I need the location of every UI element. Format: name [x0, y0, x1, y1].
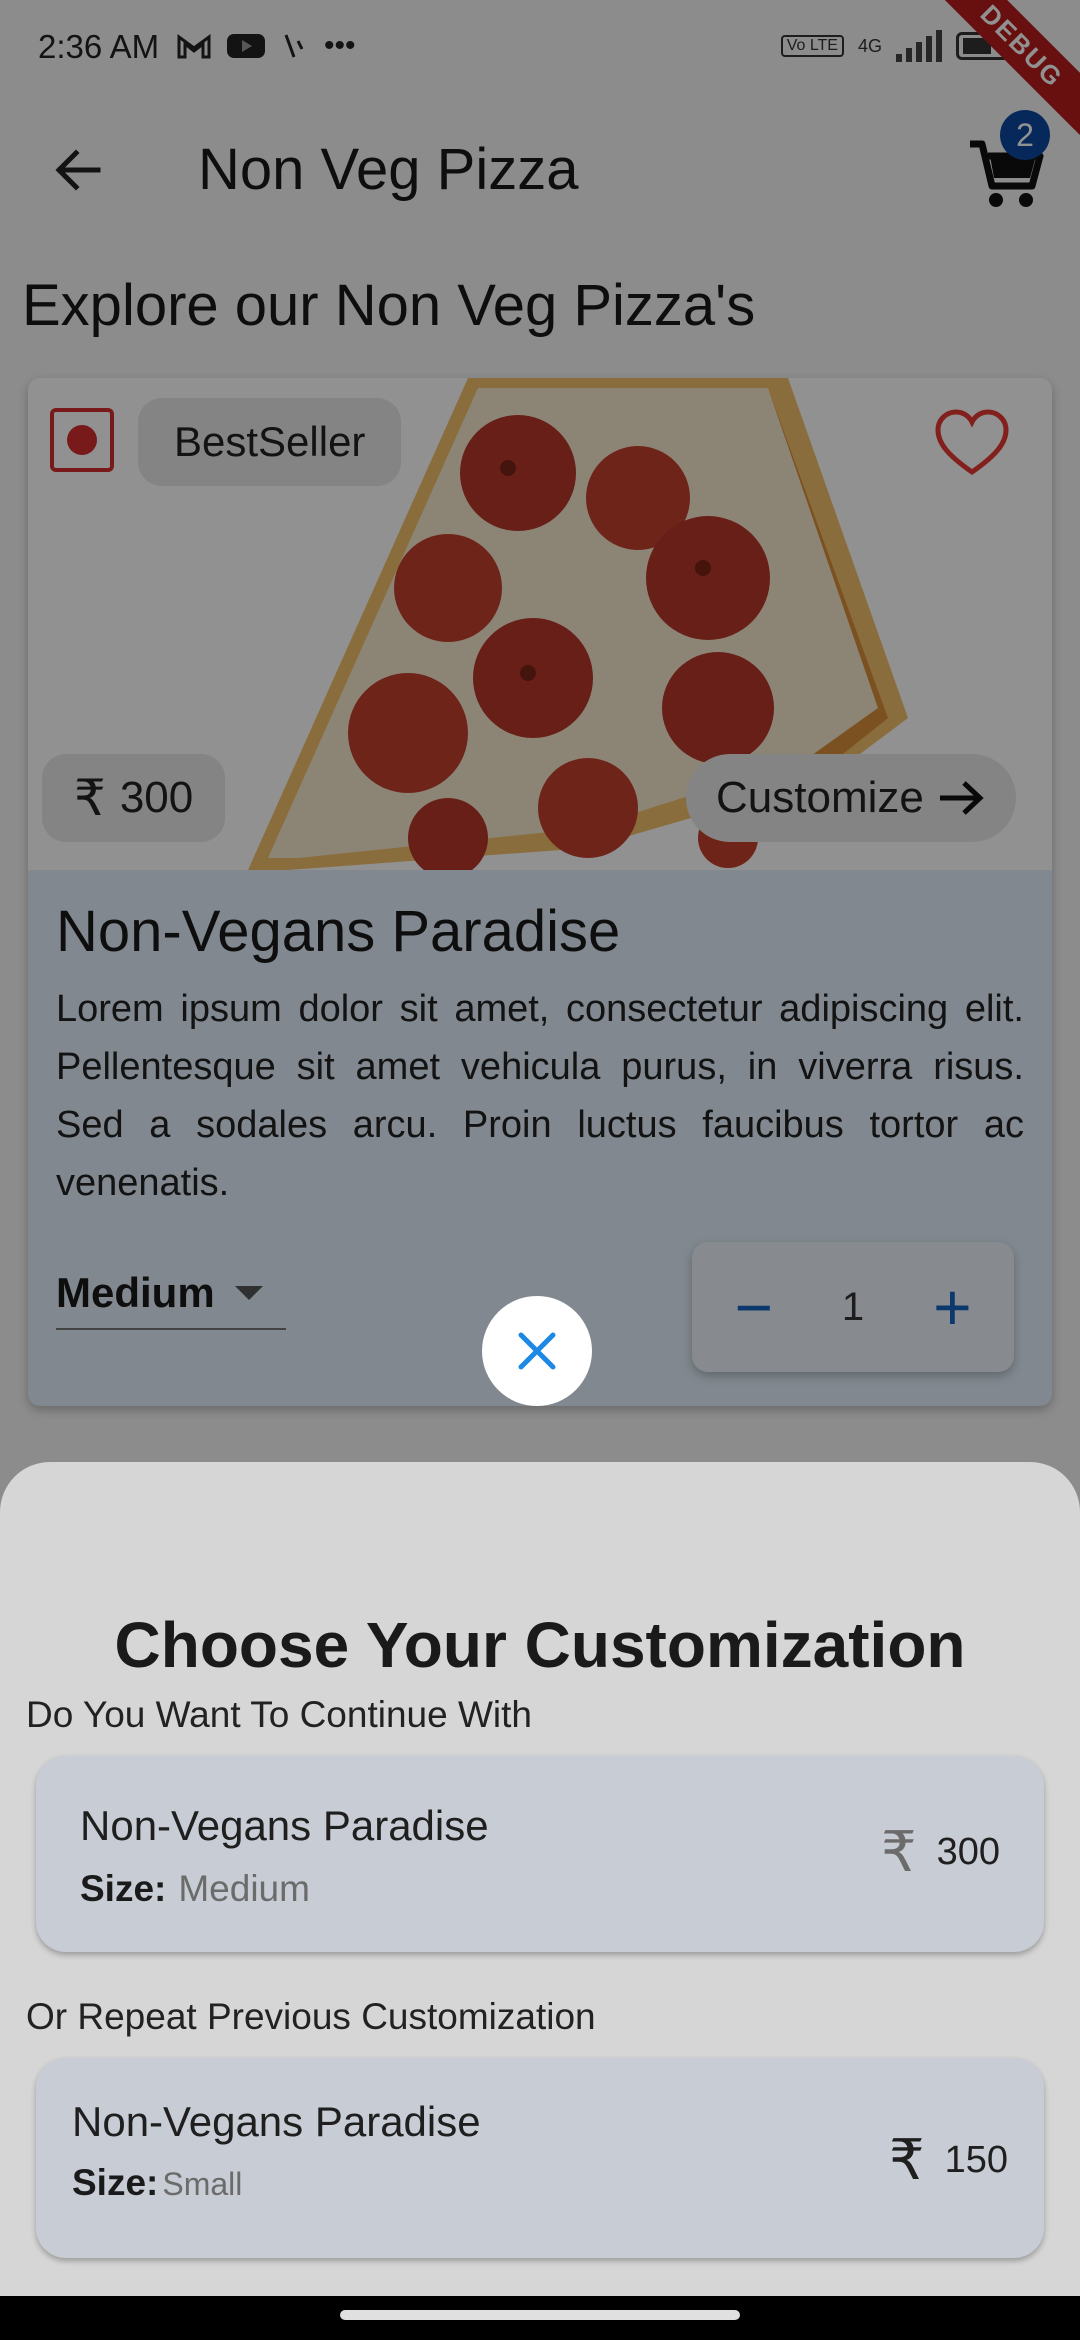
option-price-value: 150: [944, 2139, 1008, 2181]
option-price-value: 300: [936, 1831, 1000, 1873]
customization-sheet: Choose Your Customization Do You Want To…: [0, 1462, 1080, 2296]
option-size-label: Size:: [80, 1868, 167, 1909]
option-size: Size: Small: [72, 2162, 242, 2204]
rupee-icon: ₹: [880, 1820, 917, 1885]
option-name: Non-Vegans Paradise: [80, 1802, 489, 1849]
close-icon: [518, 1332, 556, 1370]
sheet-title: Choose Your Customization: [114, 1609, 966, 1681]
option-price: ₹ 300: [881, 1820, 1000, 1885]
system-nav-bar: [0, 2296, 1080, 2340]
option-size-value: Medium: [178, 1868, 310, 1909]
home-gesture-handle[interactable]: [340, 2310, 740, 2320]
option-size-value: Small: [162, 2166, 243, 2202]
close-sheet-button[interactable]: [482, 1296, 592, 1406]
option-price: ₹ 150: [889, 2128, 1008, 2193]
repeat-prompt: Or Repeat Previous Customization: [26, 1996, 596, 2037]
rupee-icon: ₹: [888, 2128, 925, 2193]
option-size-label: Size:: [72, 2162, 159, 2203]
continue-prompt: Do You Want To Continue With: [26, 1694, 532, 1735]
option-name: Non-Vegans Paradise: [72, 2098, 481, 2145]
option-size: Size: Medium: [80, 1868, 310, 1910]
option-previous-customization[interactable]: Non-Vegans Paradise Size: Small ₹ 150: [36, 2058, 1044, 2258]
option-current-customization[interactable]: Non-Vegans Paradise Size: Medium ₹ 300: [36, 1756, 1044, 1952]
